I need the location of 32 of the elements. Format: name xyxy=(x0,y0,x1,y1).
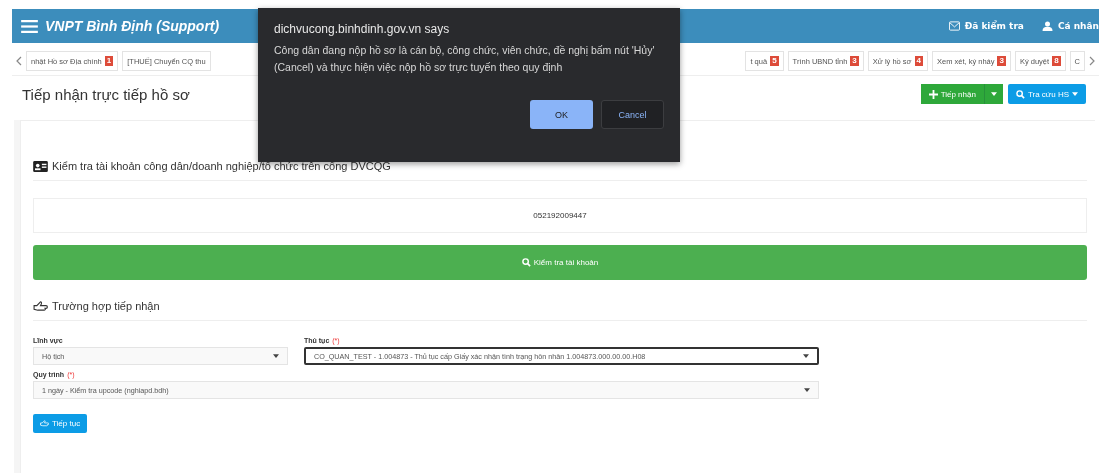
chevron-right-icon[interactable] xyxy=(1089,56,1095,66)
caret-icon xyxy=(990,92,997,96)
plus-icon xyxy=(928,89,938,99)
header-link[interactable]: Đã kiểm tra xyxy=(964,21,1024,31)
count-badge: 1 xyxy=(104,56,114,66)
section-heading: Trường hợp tiếp nhận xyxy=(52,300,160,312)
caret-icon xyxy=(804,388,810,392)
dialog-title: dichvucong.binhdinh.gov.vn says xyxy=(274,22,451,36)
count-badge: 3 xyxy=(850,56,859,66)
envelope-icon xyxy=(948,21,960,31)
count-badge: 5 xyxy=(770,56,779,66)
id-card-icon xyxy=(33,160,48,172)
section-heading: Kiểm tra tài khoản công dân/doanh nghiệp/tổ chức trên cổng DVCQG xyxy=(52,160,391,172)
chevron-left-icon[interactable] xyxy=(16,56,22,66)
menu-icon[interactable] xyxy=(21,19,38,33)
ok-button[interactable]: OK xyxy=(530,100,593,129)
dialog-message: Công dân đang nộp hồ sơ là cán bộ, công chức, viên chức, đề nghị bấm nút 'Hủy' (Cancel) và thực hiện việc nộp hồ sơ trực tuyến theo quy định xyxy=(274,43,656,75)
count-badge: 3 xyxy=(997,56,1006,66)
user-icon xyxy=(1041,21,1053,31)
count-badge: 4 xyxy=(914,56,923,66)
caret-icon xyxy=(803,354,809,358)
count-badge: 8 xyxy=(1052,56,1061,66)
cancel-button[interactable]: Cancel xyxy=(601,100,664,129)
pointing-hand-icon xyxy=(40,419,49,428)
search-icon xyxy=(1015,89,1025,99)
pointing-hand-icon xyxy=(33,300,48,312)
id-number-field[interactable]: 052192009447 xyxy=(33,198,1087,233)
page-title: Tiếp nhận trực tiếp hồ sơ xyxy=(22,85,190,103)
app-title: VNPT Bình Định (Support) xyxy=(45,18,220,34)
caret-icon xyxy=(273,354,279,358)
search-icon xyxy=(521,258,531,267)
header-link[interactable]: Cá nhân xyxy=(1057,21,1099,31)
